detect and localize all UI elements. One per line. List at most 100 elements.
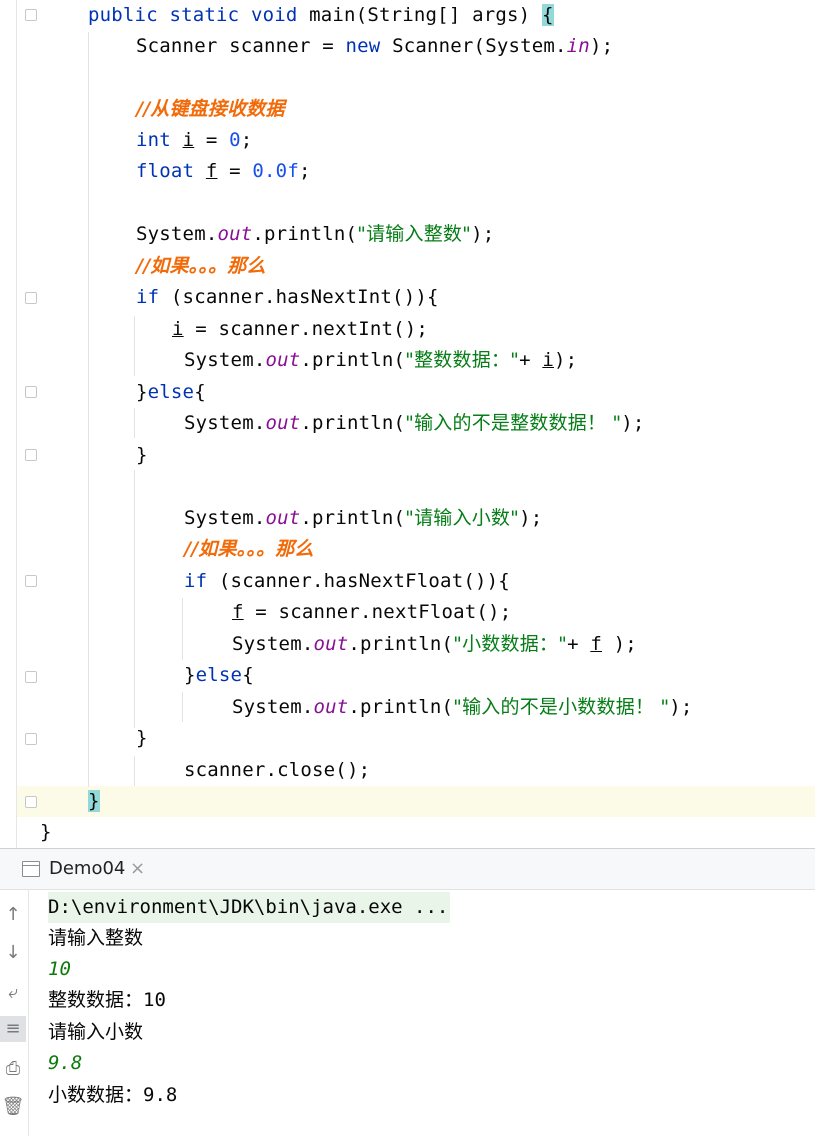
code-token: ); [621,412,645,434]
code-token: 0.0f [252,160,299,182]
fold-marker-icon[interactable] [25,449,37,461]
code-line[interactable]: System.out.println("整数数据："+ i); [184,345,577,376]
scroll-to-end-icon[interactable]: ≡ [0,1016,26,1042]
code-token: ; [240,129,253,151]
code-token: ); [601,633,637,655]
code-token: if [136,286,171,308]
fold-marker-icon[interactable] [25,292,37,304]
code-line[interactable]: } [136,440,148,471]
code-token: else [147,381,195,403]
code-token: public static void [88,4,310,26]
code-token: out [313,633,349,655]
code-token: = [217,160,253,182]
code-token: ); [519,507,543,529]
code-token: } [88,790,100,812]
trash-icon[interactable]: 🗑 [0,1094,26,1120]
console-input-line: 10 [48,958,71,980]
fold-marker-icon[interactable] [25,575,37,587]
code-token: } [136,727,148,749]
code-line[interactable]: int i = 0; [136,125,252,156]
code-line[interactable]: public static void main(String[] args) { [88,0,554,31]
code-token: i [172,318,184,340]
code-token: "输入的不是整数数据！ " [405,412,622,434]
code-line[interactable]: i = scanner.nextInt(); [172,314,428,345]
close-icon[interactable]: × [130,858,145,879]
code-token: float [136,160,206,182]
code-line[interactable]: System.out.println("小数数据："+ f ); [232,629,637,660]
console-window-icon [22,861,40,877]
code-editor[interactable]: public static void main(String[] args) {… [0,0,815,848]
console-line: 请输入小数 [48,1021,144,1043]
code-token: //从键盘接收数据 [136,98,285,120]
fold-marker-icon[interactable] [25,671,37,683]
run-panel: Demo04 × ↑ ↓ ⤶ ≡ ⎙ 🗑 D:\environment\JDK\… [0,848,815,1136]
soft-wrap-icon[interactable]: ⤶ [0,980,26,1006]
code-line[interactable]: //如果。。。那么 [136,251,266,282]
console-line: 小数数据：9.8 [48,1084,178,1106]
code-line[interactable]: //从键盘接收数据 [136,94,285,125]
fold-marker-icon[interactable] [25,9,37,21]
code-token: .println( [300,507,406,529]
code-token: = scanner.nextFloat(); [243,601,512,623]
code-token: = [194,129,230,151]
code-token: scanner.close(); [184,759,371,781]
arrow-up-icon[interactable]: ↑ [0,902,26,928]
code-token: Scanner(System. [392,35,567,57]
code-token: out [313,696,349,718]
code-token: int [136,129,183,151]
code-line[interactable]: if (scanner.hasNextInt()){ [136,282,439,313]
code-line[interactable]: f = scanner.nextFloat(); [232,597,511,628]
code-token: ); [669,696,693,718]
indent-guide [88,32,89,787]
code-token: (String[] args) [355,4,542,26]
code-token: (scanner.hasNextFloat()){ [218,570,510,592]
code-line[interactable]: System.out.println("输入的不是整数数据！ "); [184,408,645,439]
code-line[interactable]: } [40,817,52,848]
code-token: //如果。。。那么 [136,255,266,277]
code-token: new [345,35,393,57]
code-token: in [566,35,590,57]
code-line[interactable]: System.out.println("输入的不是小数数据！ "); [232,692,693,723]
code-line[interactable]: } [88,786,100,817]
code-token: ; [298,160,311,182]
print-icon[interactable]: ⎙ [0,1056,26,1082]
fold-marker-icon[interactable] [25,796,37,808]
code-token: System. [184,412,266,434]
code-token: out [217,223,253,245]
code-token: System. [184,507,266,529]
indent-guide [134,316,135,376]
code-token: out [265,412,301,434]
indent-guide [134,470,135,728]
code-line[interactable]: }else{ [136,377,206,408]
code-token: ); [471,223,495,245]
indent-guide [182,692,183,722]
code-token: .println( [348,633,454,655]
code-line[interactable]: if (scanner.hasNextFloat()){ [184,566,510,597]
run-tab-demo04[interactable]: Demo04 × [0,849,160,889]
arrow-down-icon[interactable]: ↓ [0,940,26,966]
code-line[interactable]: float f = 0.0f; [136,156,311,187]
code-line[interactable]: } [136,723,148,754]
console-command-line[interactable]: D:\environment\JDK\bin\java.exe ... [48,892,451,923]
code-line[interactable]: System.out.println("请输入整数"); [136,219,494,250]
code-line[interactable]: Scanner scanner = new Scanner(System.in)… [136,31,613,62]
code-token: //如果。。。那么 [184,538,314,560]
fold-marker-icon[interactable] [25,386,37,398]
code-token: 0 [229,129,241,151]
run-tab-label: Demo04 [49,858,126,879]
code-line[interactable]: }else{ [184,660,254,691]
code-token: { [541,4,554,26]
editor-gutter [0,0,17,848]
code-token: i [182,129,195,151]
indent-guide [134,756,135,786]
code-line[interactable]: //如果。。。那么 [184,534,314,565]
console-output[interactable]: D:\environment\JDK\bin\java.exe ... 请输入整… [40,890,810,1130]
code-line[interactable]: System.out.println("请输入小数"); [184,503,542,534]
code-token: "请输入小数" [405,507,520,529]
fold-marker-icon[interactable] [25,733,37,745]
code-token: .println( [300,349,406,371]
console-input-line: 9.8 [48,1052,83,1074]
code-token: System. [232,633,314,655]
indent-guide [182,598,183,660]
code-line[interactable]: scanner.close(); [184,755,370,786]
